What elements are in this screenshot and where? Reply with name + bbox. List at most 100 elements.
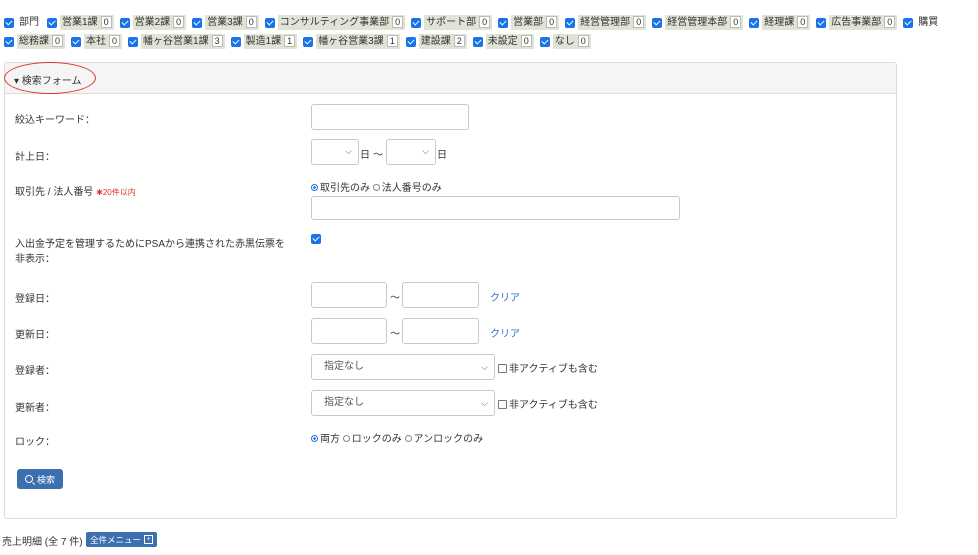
department-filter-item[interactable]: 広告事業部 0	[816, 15, 898, 30]
all-menu-button-label: 全件メニュー	[90, 534, 142, 545]
upd-date-to[interactable]	[402, 318, 479, 344]
partner-radio-group: 取引先のみ 法人番号のみ	[311, 179, 442, 194]
department-filter-item[interactable]: 建設課 2	[405, 34, 467, 49]
department-filter-item[interactable]: 購買	[903, 16, 940, 30]
radio-lock-locked-label: ロックのみ	[351, 434, 402, 445]
department-name: 幡ヶ谷営業1課	[143, 36, 209, 47]
department-count-badge: 1	[284, 35, 296, 47]
date-label: 計上日：	[15, 152, 55, 163]
department-count-badge: 0	[633, 16, 645, 28]
keyword-input[interactable]	[311, 104, 469, 130]
department-name: 営業1課	[62, 17, 98, 28]
department-label: 部門	[17, 16, 41, 30]
department-filter-item[interactable]: 経理課 0	[749, 15, 811, 30]
registrant-select[interactable]: 指定なし ⌵	[311, 354, 495, 380]
department-name: なし	[554, 36, 575, 47]
date-from-select[interactable]: ⌵	[311, 139, 359, 165]
department-label: コンサルティング事業部 0	[277, 15, 406, 30]
search-form-header[interactable]: ▾ 検索フォーム	[4, 62, 896, 94]
department-filter-item[interactable]: 未設定 0	[472, 34, 534, 49]
upd-date-clear-link[interactable]: クリア	[490, 325, 520, 340]
reg-date-from[interactable]	[311, 282, 387, 308]
department-checkbox[interactable]	[816, 17, 827, 28]
department-label: 幡ヶ谷営業1課 3	[141, 34, 225, 49]
reg-date-label: 登録日：	[15, 294, 55, 305]
radio-lock-unlocked[interactable]	[404, 434, 412, 442]
department-checkbox[interactable]	[749, 17, 760, 28]
department-checkbox[interactable]	[652, 17, 663, 28]
reg-date-to[interactable]	[402, 282, 479, 308]
department-checkbox[interactable]	[303, 36, 314, 47]
chevron-down-icon: ⌵	[422, 146, 429, 156]
department-filter-item[interactable]: 幡ヶ谷営業3課 1	[303, 34, 400, 49]
department-label: 総務課 0	[17, 34, 66, 49]
all-menu-button[interactable]: 全件メニュー +	[86, 532, 158, 547]
department-checkbox[interactable]	[47, 17, 57, 28]
department-filter-row-2: 総務課 0 本社 0 幡ヶ谷営業1課 3 製造1課 1 幡ヶ谷営業3課 1 建設課 2 未設定 0 なし 0	[4, 34, 597, 49]
department-filter-item[interactable]: 幡ヶ谷営業1課 3	[128, 34, 225, 49]
radio-corp-only-label: 法人番号のみ	[381, 183, 442, 194]
department-checkbox[interactable]	[119, 17, 130, 28]
department-checkbox[interactable]	[405, 36, 416, 47]
registrant-inactive-checkbox[interactable]	[498, 363, 507, 373]
department-filter-item[interactable]: 営業1課 0	[47, 15, 114, 30]
radio-lock-both-label: 両方	[320, 434, 340, 445]
department-filter-item[interactable]: 部門	[4, 16, 41, 30]
search-form-panel: ▾ 検索フォーム 絞込キーワード： 計上日： ⌵ 日 〜 ⌵ 日 取引先 / 法…	[4, 62, 897, 519]
department-checkbox[interactable]	[472, 36, 483, 47]
department-filter-item[interactable]: 営業部 0	[498, 15, 560, 30]
department-count-badge: 0	[797, 16, 809, 28]
department-checkbox[interactable]	[903, 17, 914, 28]
department-checkbox[interactable]	[498, 17, 509, 28]
department-filter-item[interactable]: 製造1課 1	[230, 34, 298, 49]
updater-select-value: 指定なし	[324, 397, 364, 408]
department-label: 製造1課 1	[243, 34, 298, 49]
department-checkbox[interactable]	[539, 36, 550, 47]
department-checkbox[interactable]	[411, 17, 422, 28]
department-count-badge: 2	[453, 35, 465, 47]
department-filter-item[interactable]: 経営管理部 0	[565, 15, 647, 30]
search-button[interactable]: 検索	[17, 469, 63, 489]
partner-input[interactable]	[311, 196, 680, 220]
department-checkbox[interactable]	[4, 17, 14, 28]
department-filter-item[interactable]: 営業2課 0	[119, 15, 187, 30]
radio-partner-only[interactable]	[311, 183, 318, 191]
department-label: サポート部 0	[424, 15, 493, 30]
department-checkbox[interactable]	[565, 17, 576, 28]
department-checkbox[interactable]	[192, 17, 203, 28]
radio-lock-both[interactable]	[311, 434, 318, 442]
department-name: 部門	[19, 16, 39, 28]
department-filter-item[interactable]: 総務課 0	[4, 34, 66, 49]
department-label: 営業3課 0	[205, 15, 259, 30]
department-filter-item[interactable]: 営業3課 0	[192, 15, 259, 30]
department-filter-item[interactable]: 経営管理本部 0	[652, 15, 744, 30]
updater-inactive-label: 非アクティブも含む	[509, 400, 598, 411]
department-checkbox[interactable]	[264, 17, 275, 28]
registrant-inactive-label: 非アクティブも含む	[509, 364, 598, 375]
department-checkbox[interactable]	[230, 36, 241, 47]
updater-label: 更新者：	[15, 403, 55, 414]
psa-label: 入出金予定を管理するためにPSAから連携された赤黒伝票を非表示：	[15, 239, 286, 265]
department-filter-item[interactable]: コンサルティング事業部 0	[264, 15, 406, 30]
upd-date-from[interactable]	[311, 318, 387, 344]
department-checkbox[interactable]	[128, 36, 139, 47]
department-count-badge: 0	[479, 16, 491, 28]
department-name: 広告事業部	[831, 17, 882, 28]
department-name: 営業部	[513, 17, 544, 28]
partner-label: 取引先 / 法人番号 ✱20件以内	[15, 183, 136, 198]
department-filter-item[interactable]: 本社 0	[71, 34, 123, 49]
psa-hide-checkbox[interactable]	[311, 234, 321, 244]
radio-corp-only[interactable]	[372, 183, 380, 191]
department-count-badge: 3	[211, 35, 223, 47]
updater-inactive-checkbox[interactable]	[498, 399, 507, 409]
reg-date-clear-link[interactable]: クリア	[490, 289, 520, 304]
department-name: 経営管理本部	[667, 17, 728, 28]
department-checkbox[interactable]	[4, 36, 14, 47]
department-checkbox[interactable]	[71, 36, 82, 47]
date-to-select[interactable]: ⌵	[386, 139, 436, 165]
partner-note: ✱20件以内	[96, 188, 136, 197]
updater-select[interactable]: 指定なし ⌵	[311, 390, 495, 416]
department-filter-item[interactable]: サポート部 0	[411, 15, 493, 30]
department-filter-item[interactable]: なし 0	[539, 34, 591, 49]
radio-lock-locked[interactable]	[342, 434, 350, 442]
